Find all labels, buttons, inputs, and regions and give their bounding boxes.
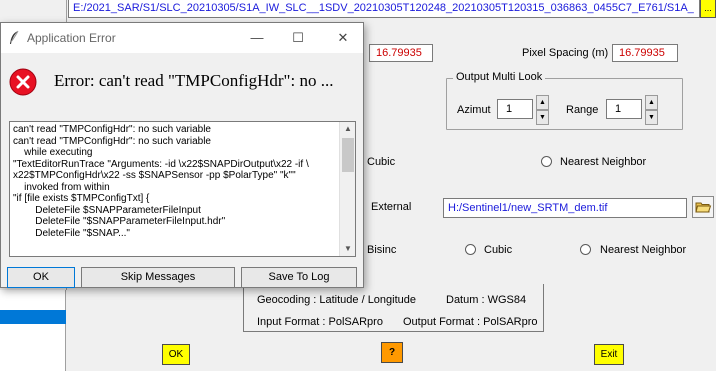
feather-icon	[10, 30, 19, 44]
spin-down-icon[interactable]: ▼	[645, 110, 658, 125]
dialog-titlebar[interactable]: Application Error — ☐ ✕	[1, 23, 363, 53]
trace-line: invoked from within	[13, 181, 110, 193]
multilook-title: Output Multi Look	[453, 71, 546, 83]
minimize-button[interactable]: —	[237, 23, 277, 53]
scroll-thumb[interactable]	[342, 138, 354, 172]
error-dialog: Application Error — ☐ ✕ Error: can't rea…	[0, 22, 364, 288]
dem-path-field[interactable]: H:/Sentinel1/new_SRTM_dem.tif	[443, 198, 687, 218]
range-label: Range	[566, 104, 599, 116]
spin-down-icon[interactable]: ▼	[536, 110, 549, 125]
spin-up-icon[interactable]: ▲	[536, 95, 549, 110]
folder-icon	[695, 202, 712, 213]
trace-line: DeleteFile "$SNAPParameterFileInput.hdr"	[13, 216, 226, 227]
bisinc-label: Bisinc	[367, 244, 397, 256]
scroll-up-icon[interactable]: ▲	[340, 122, 355, 136]
trace-line: while executing	[13, 147, 93, 158]
range-spinner[interactable]: ▲ ▼	[645, 95, 658, 125]
range-spacing-value[interactable]: 16.79935	[369, 44, 433, 62]
spin-up-icon[interactable]: ▲	[645, 95, 658, 110]
trace-line: "if [file exists $TMPConfigTxt] {	[13, 193, 150, 204]
datum-text: Datum : WGS84	[446, 294, 527, 306]
cubic-radio-2[interactable]	[465, 244, 476, 255]
pixel-spacing-label: Pixel Spacing (m)	[522, 47, 609, 59]
trace-line: can't read "TMPConfigHdr": no such varia…	[13, 135, 211, 147]
path-browse-button[interactable]: ...	[700, 0, 716, 18]
trace-scrollbar[interactable]: ▲ ▼	[339, 122, 355, 256]
close-button[interactable]: ✕	[323, 23, 363, 53]
trace-line: "TextEditorRunTrace "Arguments: -id \x22…	[13, 158, 309, 170]
trace-line: can't read "TMPConfigHdr": no such varia…	[13, 124, 211, 135]
error-message: Error: can't read "TMPConfigHdr": no ...	[54, 71, 334, 90]
azimut-input[interactable]: 1	[497, 99, 533, 119]
error-icon	[9, 68, 37, 96]
main-ok-button[interactable]: OK	[162, 344, 190, 365]
external-label: External	[371, 201, 412, 213]
cubic-label-1: Cubic	[367, 156, 396, 168]
scroll-down-icon[interactable]: ▼	[340, 242, 355, 256]
geocoding-text: Geocoding : Latitude / Longitude	[257, 294, 417, 306]
dialog-ok-button[interactable]: OK	[7, 267, 75, 288]
save-to-log-button[interactable]: Save To Log	[241, 267, 357, 288]
azimut-label: Azimut	[457, 104, 491, 116]
skip-messages-button[interactable]: Skip Messages	[81, 267, 235, 288]
nearest-radio-1[interactable]	[541, 156, 552, 167]
stack-trace-box[interactable]: can't read "TMPConfigHdr": no such varia…	[9, 121, 356, 257]
range-input[interactable]: 1	[606, 99, 642, 119]
input-format-text: Input Format : PolSARpro	[257, 316, 383, 328]
left-list-panel[interactable]	[0, 290, 66, 371]
maximize-button[interactable]: ☐	[278, 23, 318, 53]
azimut-spinner[interactable]: ▲ ▼	[536, 95, 549, 125]
pixel-spacing-value[interactable]: 16.79935	[612, 44, 678, 62]
output-format-text: Output Format : PolSARpro	[403, 316, 538, 328]
dialog-title: Application Error	[27, 31, 116, 45]
trace-line: DeleteFile $SNAPParameterFileInput	[13, 204, 201, 216]
trace-line: DeleteFile "$SNAP..."	[13, 227, 130, 239]
nearest-radio-2[interactable]	[580, 244, 591, 255]
open-folder-button[interactable]	[692, 196, 714, 218]
help-button[interactable]: ?	[381, 342, 403, 363]
cubic-label-2: Cubic	[484, 244, 513, 256]
list-selection	[0, 310, 66, 324]
trace-line: x22$TMPConfigHdr\x22 -ss $SNAPSensor -pp…	[13, 170, 296, 181]
exit-button[interactable]: Exit	[594, 344, 624, 365]
nearest-label-1: Nearest Neighbor	[560, 156, 647, 168]
nearest-label-2: Nearest Neighbor	[600, 244, 687, 256]
input-path-field[interactable]: E:/2021_SAR/S1/SLC_20210305/S1A_IW_SLC__…	[68, 0, 700, 18]
stack-trace-text: can't read "TMPConfigHdr": no such varia…	[13, 124, 339, 239]
